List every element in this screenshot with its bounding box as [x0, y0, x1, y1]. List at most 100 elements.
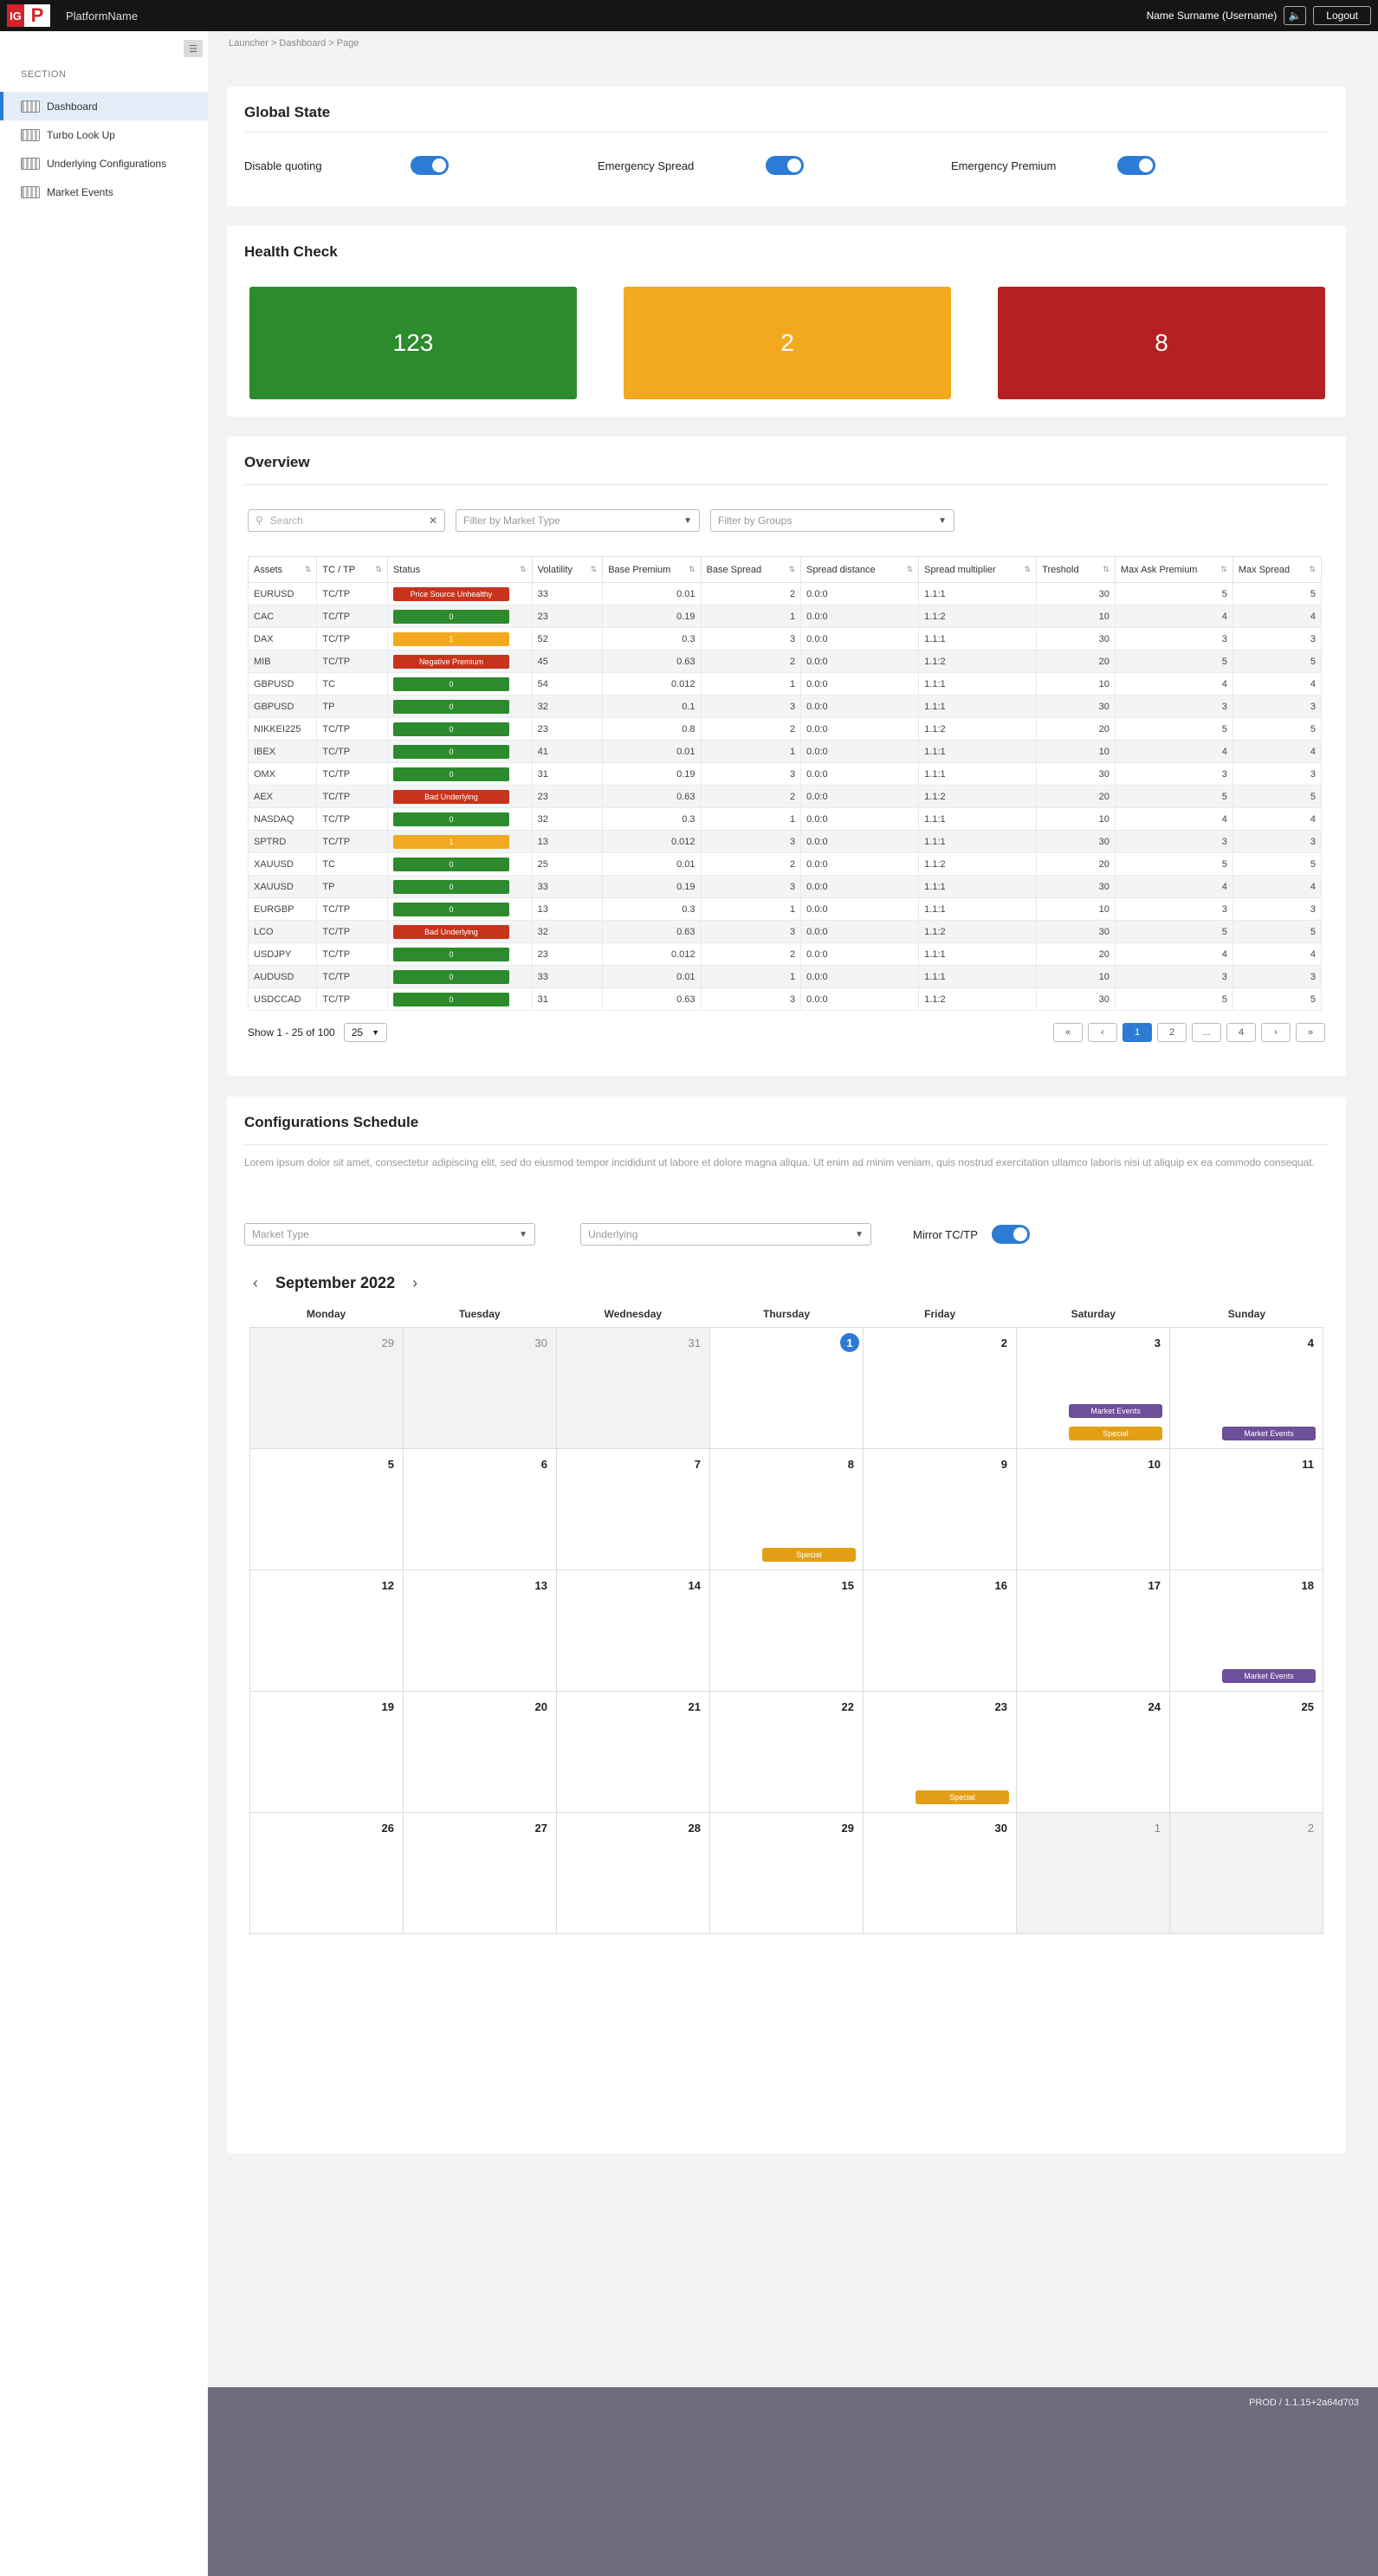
calendar-day[interactable]: 2 [864, 1328, 1017, 1449]
table-row[interactable]: NIKKEI225 TC/TP 0 23 0.8 2 0.0:0 1.1:2 20 5 5 [247, 717, 1323, 741]
sort-icon[interactable]: ⇅ [689, 565, 695, 574]
calendar-day[interactable]: 13 [404, 1570, 557, 1692]
calendar-day[interactable]: 21 [557, 1692, 710, 1813]
table-row[interactable]: XAUUSD TP 0 33 0.19 3 0.0:0 1.1:1 30 4 4 [247, 875, 1323, 898]
ig-logo[interactable]: IG P [7, 4, 50, 27]
speaker-icon[interactable]: 🔈 [1284, 6, 1307, 25]
table-row[interactable]: MIB TC/TP Negative Premium 45 0.63 2 0.0:0 1.1:… [247, 650, 1323, 673]
calendar-day[interactable]: 2 [1170, 1813, 1323, 1934]
calendar-day[interactable]: 26 [250, 1813, 404, 1934]
calendar-day[interactable]: 29 [250, 1328, 404, 1449]
column-header[interactable]: Volatility ⇅ [531, 556, 604, 583]
calendar-event[interactable]: Market Events [1222, 1669, 1316, 1683]
calendar-day[interactable]: 12 [250, 1570, 404, 1692]
clear-icon[interactable]: ✕ [429, 515, 437, 527]
calendar-day[interactable]: 8 Special [710, 1449, 864, 1570]
calendar-day[interactable]: 4 Market Events [1170, 1328, 1323, 1449]
calendar-day[interactable]: 30 [404, 1328, 557, 1449]
mirror-toggle[interactable] [991, 1225, 1030, 1244]
calendar-day[interactable]: 14 [557, 1570, 710, 1692]
table-row[interactable]: USDCCAD TC/TP 0 31 0.63 3 0.0:0 1.1:2 30 5 5 [247, 987, 1323, 1011]
column-header[interactable]: Base Premium ⇅ [602, 556, 702, 583]
calendar-day[interactable]: 27 [404, 1813, 557, 1934]
calendar-day[interactable]: 7 [557, 1449, 710, 1570]
health-tile-orange[interactable]: 2 [624, 287, 951, 399]
column-header[interactable]: Status ⇅ [386, 556, 533, 583]
table-row[interactable]: NASDAQ TC/TP 0 32 0.3 1 0.0:0 1.1:1 10 4 4 [247, 807, 1323, 831]
sort-icon[interactable]: ⇅ [1220, 565, 1227, 574]
chevron-right-icon[interactable]: › [412, 1274, 417, 1292]
calendar-day[interactable]: 19 [250, 1692, 404, 1813]
table-row[interactable]: CAC TC/TP 0 23 0.19 1 0.0:0 1.1:2 10 4 4 [247, 605, 1323, 628]
sort-icon[interactable]: ⇅ [1103, 565, 1110, 574]
health-tile-red[interactable]: 8 [998, 287, 1325, 399]
calendar-event[interactable]: Special [915, 1790, 1009, 1804]
page-button[interactable]: 2 [1157, 1023, 1187, 1042]
sidebar-item-dashboard[interactable]: Dashboard [0, 92, 208, 120]
calendar-day[interactable]: 1 [710, 1328, 864, 1449]
global-state-toggle[interactable] [411, 156, 449, 175]
calendar-day[interactable]: 31 [557, 1328, 710, 1449]
page-button[interactable]: 4 [1226, 1023, 1256, 1042]
calendar-day[interactable]: 24 [1017, 1692, 1170, 1813]
column-header[interactable]: Treshold ⇅ [1036, 556, 1116, 583]
sidebar-item-turbo-look-up[interactable]: Turbo Look Up [0, 120, 208, 149]
calendar-day[interactable]: 18 Market Events [1170, 1570, 1323, 1692]
sort-icon[interactable]: ⇅ [305, 565, 312, 574]
calendar-day[interactable]: 29 [710, 1813, 864, 1934]
groups-filter[interactable]: Filter by Groups ▼ [710, 509, 954, 532]
column-header[interactable]: Assets ⇅ [247, 556, 318, 583]
table-row[interactable]: SPTRD TC/TP 1 13 0.012 3 0.0:0 1.1:1 30 3 3 [247, 830, 1323, 853]
sort-icon[interactable]: ⇅ [591, 565, 598, 574]
calendar-day[interactable]: 30 [864, 1813, 1017, 1934]
chevron-left-icon[interactable]: ‹ [253, 1274, 258, 1292]
table-row[interactable]: AEX TC/TP Bad Underlying 23 0.63 2 0.0:0 1.1:2 2… [247, 785, 1323, 808]
calendar-event[interactable]: Special [762, 1548, 856, 1562]
column-header[interactable]: Spread distance ⇅ [800, 556, 920, 583]
table-row[interactable]: EURGBP TC/TP 0 13 0.3 1 0.0:0 1.1:1 10 3 3 [247, 897, 1323, 921]
table-row[interactable]: EURUSD TC/TP Price Source Unhealthy 33 0.01 2… [247, 582, 1323, 605]
page-button[interactable]: « [1053, 1023, 1083, 1042]
column-header[interactable]: Max Ask Premium ⇅ [1114, 556, 1233, 583]
calendar-day[interactable]: 9 [864, 1449, 1017, 1570]
table-row[interactable]: DAX TC/TP 1 52 0.3 3 0.0:0 1.1:1 30 3 3 [247, 627, 1323, 650]
health-tile-green[interactable]: 123 [249, 287, 577, 399]
calendar-day[interactable]: 1 [1017, 1813, 1170, 1934]
logout-button[interactable]: Logout [1313, 6, 1371, 25]
page-button[interactable]: » [1296, 1023, 1325, 1042]
column-header[interactable]: Spread multiplier ⇅ [918, 556, 1038, 583]
table-row[interactable]: GBPUSD TP 0 32 0.1 3 0.0:0 1.1:1 30 3 3 [247, 695, 1323, 718]
calendar-day[interactable]: 5 [250, 1449, 404, 1570]
sort-icon[interactable]: ⇅ [789, 565, 796, 574]
page-size-select[interactable]: 25 ▼ [343, 1023, 388, 1042]
sort-icon[interactable]: ⇅ [907, 565, 914, 574]
page-button[interactable]: ... [1192, 1023, 1221, 1042]
calendar-day[interactable]: 10 [1017, 1449, 1170, 1570]
table-row[interactable]: IBEX TC/TP 0 41 0.01 1 0.0:0 1.1:1 10 4 4 [247, 740, 1323, 763]
market-type-select[interactable]: Market Type ▼ [244, 1223, 535, 1246]
calendar-day[interactable]: 15 [710, 1570, 864, 1692]
table-row[interactable]: XAUUSD TC 0 25 0.01 2 0.0:0 1.1:2 20 5 5 [247, 852, 1323, 876]
global-state-toggle[interactable] [766, 156, 804, 175]
collapse-sidebar-icon[interactable]: ☰ [184, 40, 203, 57]
calendar-event[interactable]: Market Events [1222, 1427, 1316, 1440]
table-row[interactable]: USDJPY TC/TP 0 23 0.012 2 0.0:0 1.1:1 20 4 4 [247, 942, 1323, 966]
page-button[interactable]: › [1261, 1023, 1291, 1042]
sort-icon[interactable]: ⇅ [1309, 565, 1316, 574]
sort-icon[interactable]: ⇅ [1025, 565, 1032, 574]
calendar-event[interactable]: Special [1069, 1427, 1162, 1440]
sort-icon[interactable]: ⇅ [375, 565, 382, 574]
column-header[interactable]: Base Spread ⇅ [700, 556, 802, 583]
sidebar-item-market-events[interactable]: Market Events [0, 178, 208, 206]
calendar-day[interactable]: 22 [710, 1692, 864, 1813]
table-row[interactable]: GBPUSD TC 0 54 0.012 1 0.0:0 1.1:1 10 4 4 [247, 672, 1323, 696]
calendar-day[interactable]: 17 [1017, 1570, 1170, 1692]
sort-icon[interactable]: ⇅ [520, 565, 527, 574]
table-row[interactable]: OMX TC/TP 0 31 0.19 3 0.0:0 1.1:1 30 3 3 [247, 762, 1323, 786]
calendar-day[interactable]: 23 Special [864, 1692, 1017, 1813]
column-header[interactable]: TC / TP ⇅ [316, 556, 388, 583]
page-button[interactable]: ‹ [1088, 1023, 1117, 1042]
column-header[interactable]: Max Spread ⇅ [1232, 556, 1323, 583]
search-input[interactable]: ⚲ Search ✕ [248, 509, 445, 532]
calendar-day[interactable]: 20 [404, 1692, 557, 1813]
